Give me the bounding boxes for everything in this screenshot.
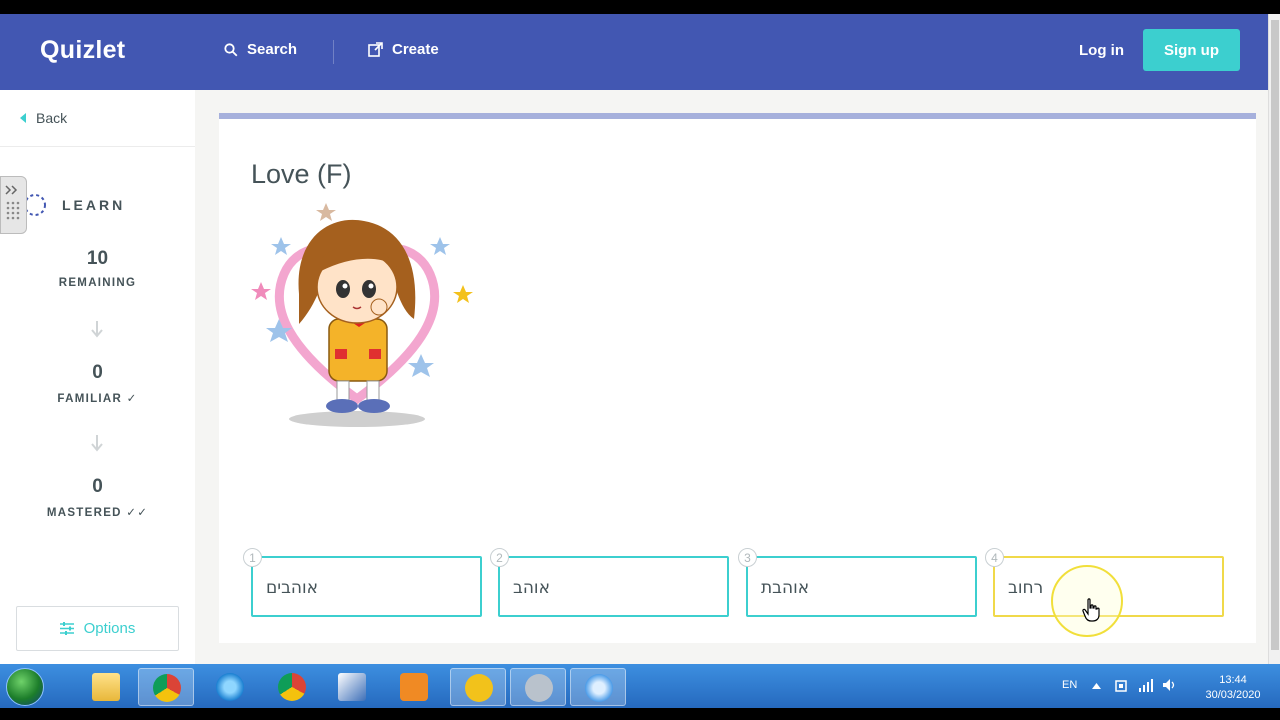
- familiar-stat: 0 FAMILIAR ✓: [0, 362, 195, 405]
- taskbar-media[interactable]: [386, 668, 442, 706]
- taskbar-chrome[interactable]: [264, 668, 320, 706]
- sidebar: Back LEARN 10 REMAINING 0 FAMILIAR ✓ 0 M…: [0, 90, 195, 664]
- question-prompt: Love (F): [251, 159, 352, 189]
- signal-icon[interactable]: [1138, 678, 1154, 692]
- taskbar-recorder[interactable]: [570, 668, 626, 706]
- arrow-down-icon: [91, 321, 103, 338]
- page-scrollbar[interactable]: [1268, 14, 1280, 664]
- language-indicator[interactable]: EN: [1062, 679, 1077, 691]
- chrome-icon: [153, 674, 181, 702]
- bottom-black-bar: [0, 708, 1280, 720]
- show-hidden-icons-icon[interactable]: [1092, 683, 1101, 689]
- media-player-icon: [400, 673, 428, 701]
- familiar-count: 0: [92, 362, 103, 383]
- windows-taskbar: EN 13:44 30/03/2020: [0, 664, 1280, 720]
- question-card: Love (F) 1 אוהבים 2 אוהב 3 אוהבת 4 רחוב: [219, 113, 1256, 643]
- remaining-count: 10: [86, 248, 109, 269]
- system-tray: EN 13:44 30/03/2020: [1050, 664, 1280, 708]
- nav-create[interactable]: Create: [368, 41, 439, 58]
- top-black-bar: [0, 0, 1280, 14]
- choice-text: אוהב: [513, 578, 550, 598]
- back-arrow-icon: [20, 113, 26, 123]
- network-icon[interactable]: [1114, 679, 1128, 693]
- choice-number-badge: 3: [738, 548, 757, 567]
- nav-create-label: Create: [392, 41, 439, 58]
- expand-icon: [5, 185, 20, 220]
- options-label: Options: [83, 620, 136, 637]
- remaining-stat: 10 REMAINING: [0, 248, 195, 289]
- start-button[interactable]: [6, 668, 44, 706]
- choice-text: רחוב: [1008, 578, 1044, 598]
- taskbar-app-shield[interactable]: [450, 668, 506, 706]
- choice-number-badge: 1: [243, 548, 262, 567]
- sliders-icon: [59, 622, 74, 635]
- answer-choice-3[interactable]: 3 אוהבת: [738, 548, 977, 617]
- folder-icon: [92, 673, 120, 701]
- familiar-label: FAMILIAR ✓: [57, 393, 138, 405]
- back-button[interactable]: Back: [20, 110, 67, 126]
- mastered-label: MASTERED ✓✓: [46, 507, 149, 519]
- taskbar-ie[interactable]: [202, 668, 258, 706]
- recorder-icon: [585, 674, 613, 702]
- clock-date: 30/03/2020: [1205, 689, 1261, 701]
- signup-button[interactable]: Sign up: [1143, 29, 1240, 71]
- choice-number-badge: 2: [490, 548, 509, 567]
- mode-indicator: LEARN: [22, 192, 125, 218]
- nav-search[interactable]: Search: [224, 41, 297, 58]
- speaker-app-icon: [525, 674, 553, 702]
- paint-icon: [338, 673, 366, 701]
- create-icon: [368, 42, 383, 57]
- hand-cursor-icon: [1082, 598, 1100, 622]
- answer-choice-1[interactable]: 1 אוהבים: [243, 548, 482, 617]
- taskbar-audio[interactable]: [510, 668, 566, 706]
- quizlet-logo[interactable]: Quizlet: [40, 36, 125, 65]
- answer-choice-2[interactable]: 2 אוהב: [490, 548, 729, 617]
- volume-icon[interactable]: [1162, 678, 1178, 692]
- arrow-down-icon: [91, 435, 103, 452]
- options-button[interactable]: Options: [16, 606, 179, 651]
- back-label: Back: [36, 110, 68, 126]
- search-icon: [224, 42, 238, 56]
- scrollbar-thumb[interactable]: [1271, 20, 1279, 650]
- choice-text: אוהבת: [761, 578, 810, 598]
- taskbar-chrome-active[interactable]: [138, 668, 194, 706]
- internet-explorer-icon: [216, 673, 244, 701]
- side-drawer-handle[interactable]: [0, 176, 27, 234]
- taskbar-paint[interactable]: [324, 668, 380, 706]
- sidebar-divider: [0, 146, 195, 147]
- nav-divider: [333, 40, 334, 64]
- mastered-count: 0: [92, 476, 103, 497]
- clock[interactable]: 13:44 30/03/2020: [1198, 673, 1268, 703]
- shield-icon: [465, 674, 493, 702]
- login-link[interactable]: Log in: [1079, 42, 1124, 59]
- nav-search-label: Search: [247, 41, 298, 58]
- choice-text: אוהבים: [266, 578, 319, 598]
- remaining-label: REMAINING: [58, 277, 137, 289]
- header: Quizlet Search Create Log in Sign up: [0, 14, 1268, 90]
- chrome-icon: [278, 673, 306, 701]
- clock-time: 13:44: [1219, 674, 1247, 686]
- girl-cartoon-image: [251, 203, 473, 427]
- mastered-stat: 0 MASTERED ✓✓: [0, 476, 195, 519]
- choice-number-badge: 4: [985, 548, 1004, 567]
- mode-label: LEARN: [62, 197, 126, 213]
- taskbar-explorer[interactable]: [78, 668, 134, 706]
- screen: Quizlet Search Create Log in Sign up Bac…: [0, 0, 1280, 720]
